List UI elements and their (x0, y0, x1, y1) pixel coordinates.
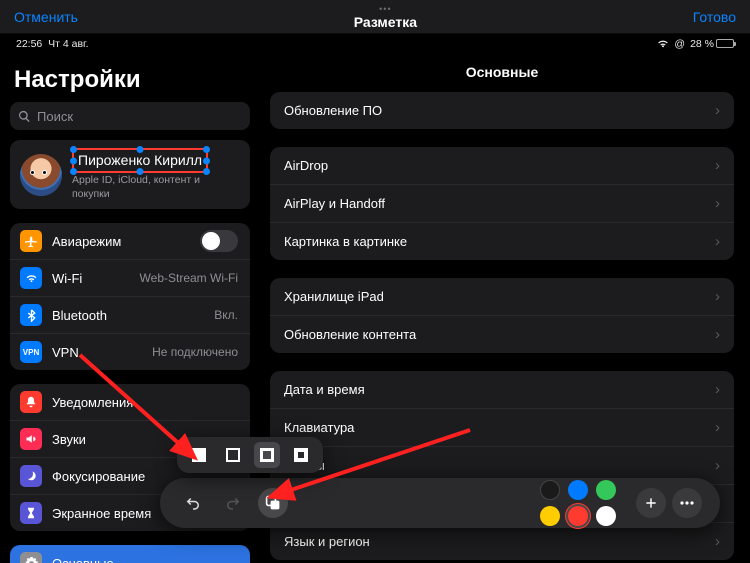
detail-keyboard[interactable]: Клавиатура› (270, 409, 734, 447)
topbar-title: ••• Разметка (354, 5, 417, 29)
detail-pip[interactable]: Картинка в картинке› (270, 223, 734, 260)
profile-subtitle: Apple ID, iCloud, контент и покупки (72, 174, 240, 201)
done-button[interactable]: Готово (693, 9, 736, 25)
search-input[interactable]: Поиск (10, 102, 250, 130)
sidebar-item-vpn[interactable]: VPN VPN Не подключено (10, 334, 250, 370)
shape-style-popup (177, 437, 323, 473)
wifi-icon (20, 267, 42, 289)
detail-background-refresh[interactable]: Обновление контента› (270, 316, 734, 353)
status-time-date: 22:56 Чт 4 авг. (16, 38, 89, 50)
chevron-right-icon: › (715, 419, 720, 436)
wifi-icon (657, 39, 669, 48)
chevron-right-icon: › (715, 533, 720, 550)
search-icon (18, 110, 31, 123)
bluetooth-icon (20, 304, 42, 326)
undo-button[interactable] (178, 488, 208, 518)
shape-outline-thin-button[interactable] (223, 445, 243, 465)
vpn-icon: VPN (20, 341, 42, 363)
shape-outline-medium-button[interactable] (254, 442, 280, 468)
profile-row[interactable]: Пироженко Кирилл Apple ID, iCloud, конте… (10, 140, 250, 209)
color-black[interactable] (540, 480, 560, 500)
sidebar-item-airplane[interactable]: Авиарежим (10, 223, 250, 260)
sidebar-item-general[interactable]: Основные (10, 545, 250, 563)
bell-icon (20, 391, 42, 413)
shape-outline-thick-button[interactable] (291, 445, 311, 465)
speaker-icon (20, 428, 42, 450)
chevron-right-icon: › (715, 233, 720, 250)
shapes-button[interactable] (258, 488, 288, 518)
airplane-icon (20, 230, 42, 252)
shape-fill-button[interactable] (189, 445, 209, 465)
detail-datetime[interactable]: Дата и время› (270, 371, 734, 409)
sidebar-item-notifications[interactable]: Уведомления (10, 384, 250, 421)
chevron-right-icon: › (715, 157, 720, 174)
detail-language[interactable]: Язык и регион› (270, 523, 734, 560)
gear-icon (20, 552, 42, 563)
chevron-right-icon: › (715, 195, 720, 212)
avatar (20, 154, 62, 196)
grabber-icon: ••• (379, 5, 391, 14)
chevron-right-icon: › (715, 326, 720, 343)
color-green[interactable] (596, 480, 616, 500)
add-button[interactable] (636, 488, 666, 518)
detail-airdrop[interactable]: AirDrop› (270, 147, 734, 185)
detail-title: Основные (270, 64, 734, 80)
chevron-right-icon: › (715, 457, 720, 474)
color-palette (540, 480, 616, 526)
markup-toolbar (160, 478, 720, 528)
color-yellow[interactable] (540, 506, 560, 526)
color-white[interactable] (596, 506, 616, 526)
chevron-right-icon: › (715, 381, 720, 398)
hourglass-icon (20, 502, 42, 524)
color-blue[interactable] (568, 480, 588, 500)
sidebar-item-wifi[interactable]: Wi-Fi Web-Stream Wi-Fi (10, 260, 250, 297)
detail-software-update[interactable]: Обновление ПО › (270, 92, 734, 129)
redo-button[interactable] (218, 488, 248, 518)
chevron-right-icon: › (715, 102, 720, 119)
battery-icon: 28 % (690, 38, 734, 50)
sidebar-item-bluetooth[interactable]: Bluetooth Вкл. (10, 297, 250, 334)
at-icon: @ (674, 38, 685, 50)
status-bar: 22:56 Чт 4 авг. @ 28 % (0, 34, 750, 53)
markup-selection-box[interactable] (72, 148, 208, 173)
moon-icon (20, 465, 42, 487)
airplane-toggle[interactable] (200, 230, 238, 252)
color-red[interactable] (568, 506, 588, 526)
profile-name: Пироженко Кирилл (72, 148, 208, 173)
page-title: Настройки (14, 66, 246, 94)
chevron-right-icon: › (715, 288, 720, 305)
detail-storage[interactable]: Хранилище iPad› (270, 278, 734, 316)
detail-airplay[interactable]: AirPlay и Handoff› (270, 185, 734, 223)
more-button[interactable] (672, 488, 702, 518)
cancel-button[interactable]: Отменить (14, 9, 78, 25)
